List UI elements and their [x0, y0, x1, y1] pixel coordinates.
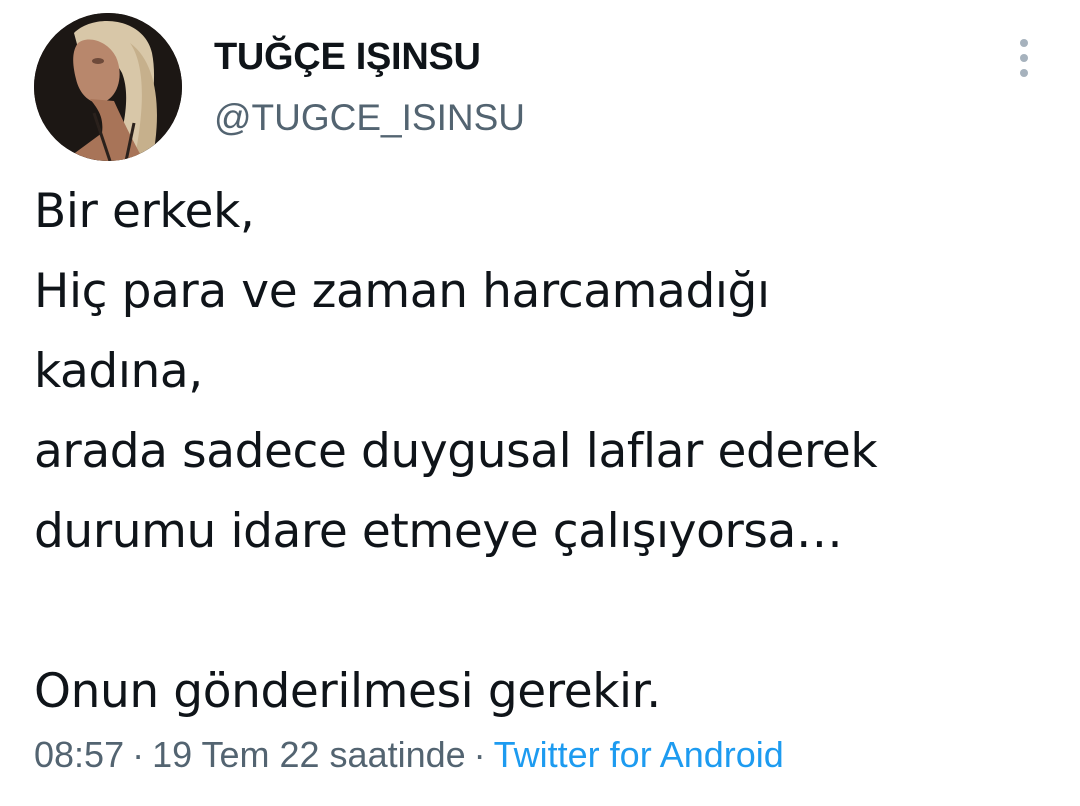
tweet-date[interactable]: 19 Tem 22 saatinde	[152, 734, 466, 775]
tweet-text-line: Bir erkek,	[34, 184, 255, 239]
more-options-button[interactable]	[1004, 36, 1044, 80]
more-vertical-icon-dot-3	[1020, 69, 1028, 77]
tweet-time[interactable]: 08:57	[34, 734, 124, 775]
author-handle[interactable]: @TUGCE_ISINSU	[214, 97, 525, 139]
tweet-text-line: kadına,	[34, 344, 203, 399]
more-vertical-icon-dot-2	[1020, 54, 1028, 62]
tweet-metadata: 08:57 · 19 Tem 22 saatinde · Twitter for And…	[34, 734, 784, 776]
tweet-source-link[interactable]: Twitter for Android	[494, 734, 784, 775]
avatar[interactable]	[34, 13, 182, 161]
tweet-text-line: arada sadece duygusal laflar ederek	[34, 424, 878, 479]
tweet-text: Bir erkek, Hiç para ve zaman harcamadığı…	[34, 172, 1054, 732]
avatar-photo	[34, 13, 182, 161]
tweet-text-line: durumu idare etmeye çalışıyorsa…	[34, 504, 843, 559]
more-vertical-icon	[1020, 39, 1028, 47]
author-display-name[interactable]: TUĞÇE IŞINSU	[214, 36, 481, 79]
meta-separator: ·	[132, 734, 145, 775]
tweet-text-line: Onun gönderilmesi gerekir.	[34, 664, 661, 719]
meta-separator: ·	[473, 734, 486, 775]
tweet: TUĞÇE IŞINSU @TUGCE_ISINSU Bir erkek, Hi…	[0, 0, 1080, 806]
tweet-text-line: Hiç para ve zaman harcamadığı	[34, 264, 770, 319]
